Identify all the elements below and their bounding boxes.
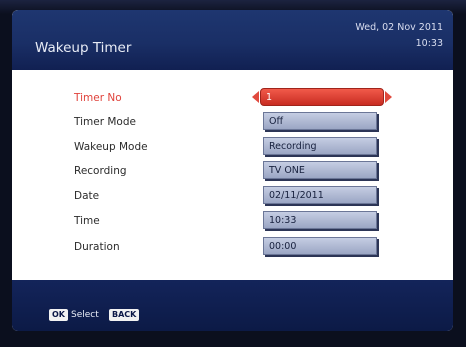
current-time: 10:33 bbox=[415, 38, 443, 49]
duration-label: Duration bbox=[74, 241, 120, 253]
row-timer-no[interactable]: Timer No 1 bbox=[12, 88, 453, 112]
ok-key-badge[interactable]: OK bbox=[49, 309, 68, 321]
date-label: Date bbox=[74, 190, 100, 202]
recording-field[interactable]: TV ONE bbox=[263, 161, 377, 179]
back-key-badge[interactable]: BACK bbox=[109, 309, 140, 321]
current-date: Wed, 02 Nov 2011 bbox=[355, 22, 443, 33]
wakeup-mode-field[interactable]: Recording bbox=[263, 137, 377, 155]
row-date[interactable]: Date 02/11/2011 bbox=[12, 186, 453, 210]
header-bar: Wakeup Timer Wed, 02 Nov 2011 10:33 bbox=[12, 10, 453, 70]
ok-key-label: Select bbox=[71, 310, 99, 320]
left-arrow-icon[interactable] bbox=[252, 91, 259, 103]
page-title: Wakeup Timer bbox=[35, 40, 132, 56]
timer-no-label: Timer No bbox=[74, 92, 122, 104]
settings-list: Timer No 1 Timer Mode Off Wakeup Mode Re… bbox=[12, 70, 453, 280]
recording-label: Recording bbox=[74, 165, 127, 177]
date-field[interactable]: 02/11/2011 bbox=[263, 186, 377, 204]
timer-mode-label: Timer Mode bbox=[74, 116, 136, 128]
row-recording[interactable]: Recording TV ONE bbox=[12, 161, 453, 185]
duration-field[interactable]: 00:00 bbox=[263, 237, 377, 255]
row-wakeup-mode[interactable]: Wakeup Mode Recording bbox=[12, 137, 453, 161]
row-time[interactable]: Time 10:33 bbox=[12, 211, 453, 235]
wakeup-mode-label: Wakeup Mode bbox=[74, 141, 148, 153]
timer-mode-field[interactable]: Off bbox=[263, 112, 377, 130]
right-arrow-icon[interactable] bbox=[385, 91, 392, 103]
row-timer-mode[interactable]: Timer Mode Off bbox=[12, 112, 453, 136]
tv-menu-screen: Wakeup Timer Wed, 02 Nov 2011 10:33 Time… bbox=[12, 10, 453, 331]
time-field[interactable]: 10:33 bbox=[263, 211, 377, 229]
time-label: Time bbox=[74, 215, 100, 227]
timer-no-field[interactable]: 1 bbox=[260, 88, 384, 106]
row-duration[interactable]: Duration 00:00 bbox=[12, 237, 453, 261]
footer-bar: OK Select BACK bbox=[12, 280, 453, 331]
